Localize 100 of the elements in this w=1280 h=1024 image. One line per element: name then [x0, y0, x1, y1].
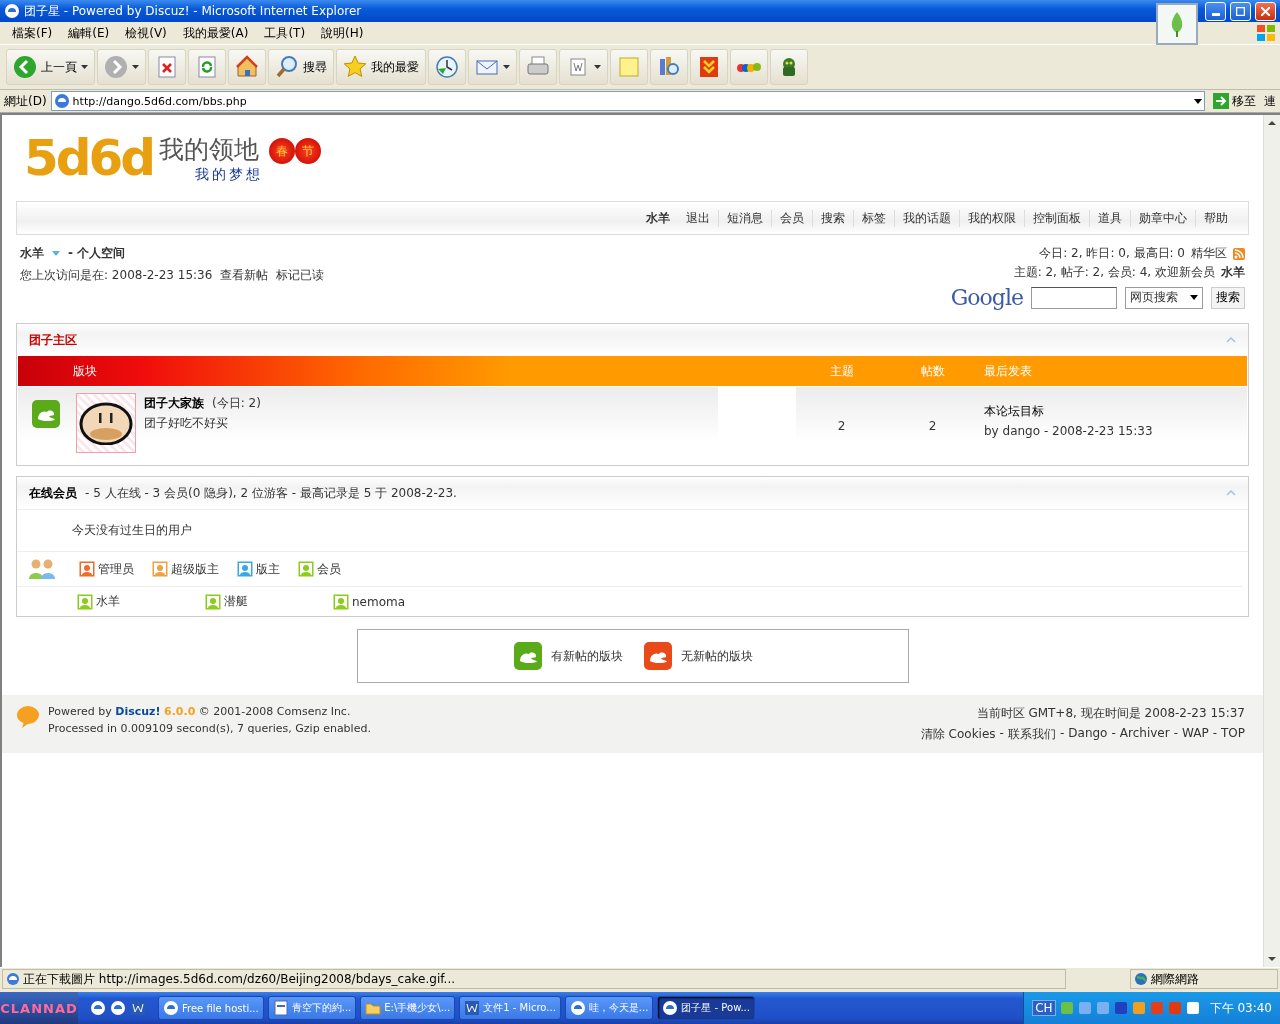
- last-post-info: by dango - 2008-2-23 15:33: [984, 424, 1154, 438]
- maximize-button[interactable]: [1230, 1, 1251, 21]
- legend-label: 会员: [317, 560, 341, 578]
- go-button[interactable]: 移至: [1209, 92, 1260, 110]
- search-type-dropdown[interactable]: 网页搜索: [1125, 286, 1203, 309]
- last-visit-text: 您上次访问是在: 2008-2-23 15:36: [20, 267, 213, 284]
- back-button[interactable]: 上一頁: [6, 49, 95, 85]
- document-icon: [272, 1000, 289, 1016]
- taskbar-button[interactable]: 团子星 - Pow...: [657, 996, 755, 1020]
- stats-text: 今日: 2, 昨日: 0, 最高日: 0: [1039, 245, 1185, 262]
- topic-count: 2: [837, 419, 846, 433]
- print-button[interactable]: [519, 49, 557, 85]
- members-icon: [27, 558, 57, 580]
- legend-label: 超级版主: [171, 560, 219, 578]
- links-label[interactable]: 連: [1264, 92, 1276, 110]
- menu-item[interactable]: 檔案(F): [4, 22, 61, 44]
- home-icon: [235, 55, 259, 79]
- footer-link[interactable]: Dango: [1068, 726, 1108, 743]
- browser-icon: [569, 1000, 586, 1016]
- forward-button[interactable]: [97, 49, 146, 85]
- mail-button[interactable]: [468, 49, 517, 85]
- edit-button[interactable]: [559, 49, 608, 85]
- footer-link[interactable]: WAP: [1182, 726, 1209, 743]
- nav-link[interactable]: 退出: [678, 209, 718, 227]
- note-icon: [617, 55, 641, 79]
- site-logo: 5d6d: [24, 129, 154, 187]
- favorites-button[interactable]: 我的最愛: [336, 49, 426, 85]
- address-field[interactable]: http://dango.5d6d.com/bbs.php: [50, 91, 1205, 111]
- search-icon: [275, 55, 299, 79]
- member-link[interactable]: 潜艇: [224, 593, 248, 610]
- address-label: 網址(D): [4, 92, 47, 110]
- separator-text: -: [1212, 726, 1217, 742]
- footer-link[interactable]: TOP: [1221, 726, 1245, 743]
- taskbar-button[interactable]: 哇，今天是...: [564, 996, 654, 1020]
- stop-button[interactable]: [148, 49, 186, 85]
- shop-button[interactable]: [730, 49, 768, 85]
- history-button[interactable]: [428, 49, 466, 85]
- forward-icon: [104, 55, 128, 79]
- quick-launch-icon[interactable]: [110, 1000, 126, 1016]
- nav-link[interactable]: 搜索: [812, 209, 853, 227]
- category-title[interactable]: 团子主区: [29, 331, 77, 349]
- member-link[interactable]: 水羊: [96, 593, 120, 610]
- nav-link[interactable]: 标签: [853, 209, 894, 227]
- user-link[interactable]: 标记已读: [276, 267, 325, 284]
- personal-space-link[interactable]: - 个人空间: [68, 245, 126, 262]
- column-header: 版块: [73, 362, 98, 380]
- tray-icon[interactable]: [1185, 1001, 1200, 1015]
- search-button[interactable]: 搜尋: [268, 49, 334, 85]
- lantern: 节: [295, 138, 322, 164]
- menu-item[interactable]: 我的最愛(A): [174, 22, 257, 44]
- folder-icon: [365, 1000, 382, 1016]
- nav-link[interactable]: 帮助: [1195, 209, 1236, 227]
- google-logo: Google: [950, 285, 1023, 310]
- powered-by-text: Powered by Discuz! 6.0.0 © 2001-2008 Comsenz Inc.: [48, 705, 352, 718]
- user-link[interactable]: 查看新帖: [220, 267, 269, 284]
- username-link[interactable]: 水羊: [20, 245, 44, 262]
- birthday-text: 今天没有过生日的用户: [72, 523, 192, 537]
- taskbar-button[interactable]: 青空下的約...: [267, 996, 357, 1020]
- quick-launch-icon[interactable]: [130, 1000, 146, 1016]
- menu-item[interactable]: 說明(H): [313, 22, 372, 44]
- legend-label: 版主: [256, 560, 280, 578]
- windows-flag-icon: [1256, 24, 1276, 42]
- footer-link[interactable]: Archiver: [1119, 726, 1170, 743]
- widget-button[interactable]: [1156, 3, 1198, 45]
- separator-text: -: [1111, 726, 1116, 742]
- refresh-button[interactable]: [188, 49, 226, 85]
- caret-icon: [52, 251, 60, 256]
- home-button[interactable]: [228, 49, 266, 85]
- newest-member-link[interactable]: 水羊: [1221, 264, 1245, 281]
- menu-item[interactable]: 檢視(V): [117, 22, 175, 44]
- member-link[interactable]: nemoma: [352, 594, 406, 609]
- footer-link[interactable]: 清除 Cookies: [920, 726, 996, 743]
- close-button[interactable]: [1255, 1, 1276, 21]
- nav-link[interactable]: 我的权限: [959, 209, 1024, 227]
- search-button[interactable]: 搜索: [1211, 286, 1245, 309]
- separator-text: -: [999, 726, 1004, 742]
- download-button[interactable]: [690, 49, 728, 85]
- nav-link[interactable]: 勋章中心: [1130, 209, 1195, 227]
- browser-icon: [662, 1000, 679, 1016]
- username-link[interactable]: 水羊: [638, 209, 678, 227]
- tray-icon[interactable]: [1113, 1001, 1128, 1015]
- nav-link[interactable]: 道具: [1089, 209, 1130, 227]
- legend-label: 管理员: [98, 560, 134, 578]
- nav-link[interactable]: 控制面板: [1024, 209, 1089, 227]
- monster-button[interactable]: [770, 49, 808, 85]
- research-button[interactable]: [650, 49, 688, 85]
- language-indicator[interactable]: CH: [1032, 1000, 1056, 1016]
- minimize-button[interactable]: [1205, 1, 1226, 21]
- menu-item[interactable]: 工具(T): [256, 22, 314, 44]
- search-field[interactable]: [1031, 286, 1117, 309]
- menu-item[interactable]: 編輯(E): [60, 22, 118, 44]
- nav-link[interactable]: 我的话题: [894, 209, 959, 227]
- forum-name-link[interactable]: 团子大家族: [144, 395, 204, 412]
- minimize-icon: [1211, 12, 1220, 16]
- last-post-link[interactable]: 本论坛目标: [984, 403, 1241, 420]
- footer-link[interactable]: 联系我们: [1007, 726, 1056, 743]
- nav-link[interactable]: 短消息: [718, 209, 771, 227]
- nav-link[interactable]: 会员: [771, 209, 812, 227]
- digest-link[interactable]: 精华区: [1191, 245, 1227, 262]
- quick-launch-icon[interactable]: [90, 1000, 106, 1016]
